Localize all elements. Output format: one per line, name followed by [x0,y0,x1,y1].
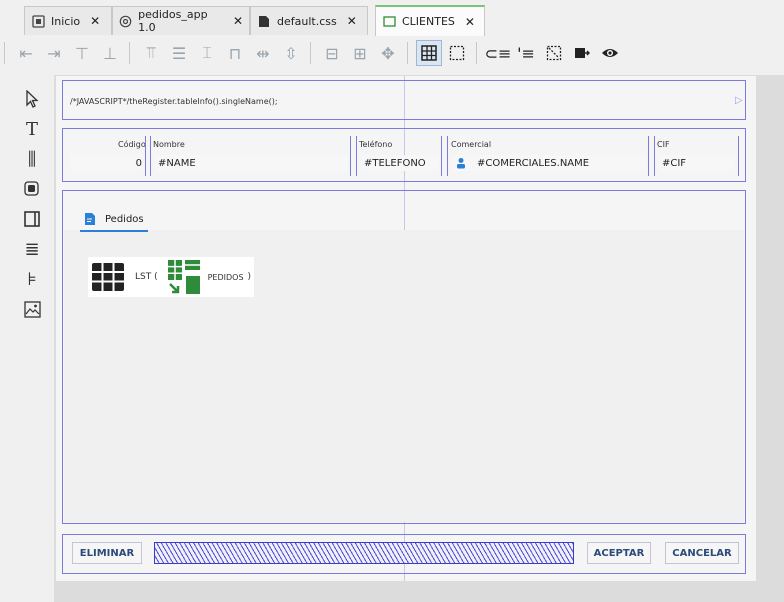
file-icon [257,14,271,28]
telefono-field[interactable]: #TELEFONO [361,155,439,171]
toolbar-separator [407,42,408,64]
band-arrow-icon: ▷ [735,95,743,106]
document-icon [84,212,97,226]
tab-pedidos-label: Pedidos [105,213,144,225]
toolbar-separator [4,42,5,64]
align-bottom-icon[interactable]: ⊥ [97,40,123,66]
move-icon[interactable]: ✥ [375,40,401,66]
field-divider [738,136,739,176]
tree-tool-icon[interactable]: ⊧ [18,264,46,294]
tab-clientes[interactable]: CLIENTES ✕ [375,5,485,36]
telefono-value: #TELEFONO [364,157,426,169]
center-vertical-icon[interactable]: ⇳ [278,40,304,66]
field-divider [654,136,655,176]
toolbar-separator [476,42,477,64]
list-tool-icon[interactable]: ≣ [18,234,46,264]
delete-button[interactable]: ELIMINAR [72,542,142,564]
expand-vertical-icon[interactable]: ⊞ [347,40,373,66]
settings-icon [119,14,132,28]
preview-eye-icon[interactable] [597,40,623,66]
comercial-value: #COMERCIALES.NAME [477,157,590,169]
list-prefix: LST ( [135,272,158,282]
same-height-icon[interactable]: ⊓ [222,40,248,66]
panel-tool-icon[interactable] [18,204,46,234]
tab-label: default.css [277,14,337,28]
close-icon[interactable]: ✕ [465,15,475,29]
tool-palette: T ⫼ ≣ ⊧ [18,84,46,336]
export-icon[interactable] [569,40,595,66]
field-divider [356,136,357,176]
canvas-bottom-area [0,581,784,602]
close-icon[interactable]: ✕ [233,14,243,28]
nombre-value: #NAME [158,157,196,169]
field-divider [648,136,649,176]
tab-label: pedidos_app 1.0 [138,8,208,34]
accept-button[interactable]: ACEPTAR [587,542,651,564]
table-link-icon [167,260,200,294]
home-icon [31,14,45,28]
nombre-field[interactable]: #NAME [155,155,348,171]
tab-label: CLIENTES [402,15,455,28]
telefono-label: Teléfono [359,140,393,149]
tab-bar: Inicio ✕ pedidos_app 1.0 ✕ default.css ✕… [0,0,784,37]
table-grid-icon [91,262,125,292]
distribute-top-icon[interactable]: ⫪ [138,40,164,66]
tab-label: Inicio [51,14,81,28]
nombre-label: Nombre [153,140,185,149]
cif-value: #CIF [662,157,687,169]
codigo-value: 0 [135,157,142,169]
cancel-button[interactable]: CANCELAR [665,542,739,564]
center-horizontal-icon[interactable]: ⇹ [250,40,276,66]
dotted-frame-icon[interactable] [444,40,470,66]
close-icon[interactable]: ✕ [90,14,100,28]
pointer-icon[interactable] [18,84,46,114]
script-text: /*JAVASCRIPT*/theRegister.tableInfo().si… [70,97,278,106]
comercial-field[interactable]: #COMERCIALES.NAME [452,155,646,171]
hatched-spacer [154,542,574,564]
tab-inicio[interactable]: Inicio ✕ [24,6,112,35]
palette-bottom [0,581,54,602]
toolbar-separator [129,42,130,64]
same-width-icon[interactable]: ⌶ [194,40,220,66]
field-divider [150,136,151,176]
toolbar-separator [310,42,311,64]
cif-label: CIF [657,140,670,149]
list-order-icon[interactable]: '≡ [513,40,539,66]
field-divider [441,136,442,176]
image-tool-icon[interactable] [18,294,46,324]
list-table-name: PEDIDOS [207,272,244,282]
expand-horizontal-icon[interactable]: ⊟ [319,40,345,66]
distribute-vertical-icon[interactable]: ☰ [166,40,192,66]
text-tool-icon[interactable]: T [18,114,46,144]
align-left-icon[interactable]: ⇤ [13,40,39,66]
field-divider [145,136,146,176]
list-widget[interactable]: LST ( PEDIDOS ) [88,257,254,297]
comercial-label: Comercial [451,140,492,149]
field-tool-icon[interactable]: ⫼ [18,144,46,174]
tab-default-css[interactable]: default.css ✕ [250,6,368,35]
grid-icon[interactable] [416,40,442,66]
tab-order-icon[interactable]: ⊂≡ [485,40,512,66]
align-top-icon[interactable]: ⊤ [69,40,95,66]
tab-pedidos[interactable]: Pedidos [80,208,148,232]
align-right-icon[interactable]: ⇥ [41,40,67,66]
select-area-icon[interactable] [541,40,567,66]
tab-pedidos-app[interactable]: pedidos_app 1.0 ✕ [112,6,250,35]
window-icon [382,15,396,29]
user-group-icon [455,157,467,169]
field-divider [447,136,448,176]
shape-tool-icon[interactable] [18,174,46,204]
field-divider [350,136,351,176]
list-suffix: ) [247,272,252,282]
layout-toolbar: ⇤ ⇥ ⊤ ⊥ ⫪ ☰ ⌶ ⊓ ⇹ ⇳ ⊟ ⊞ ✥ ⊂≡ '≡ [0,36,784,70]
cif-field[interactable]: #CIF [659,155,735,171]
codigo-field[interactable]: 0 [70,155,142,171]
close-icon[interactable]: ✕ [347,14,357,28]
codigo-label: Código [118,140,146,149]
